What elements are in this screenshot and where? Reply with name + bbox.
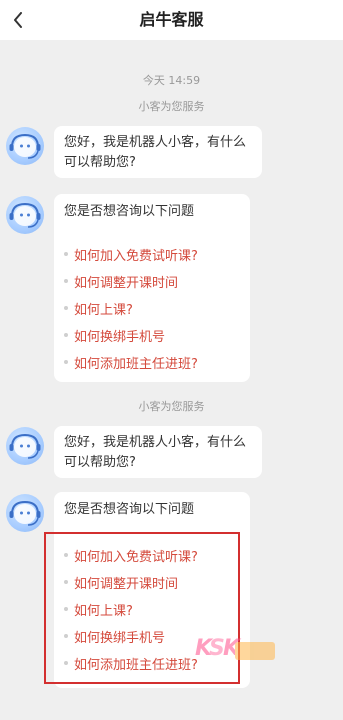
watermark-badge [235,642,275,660]
faq-item-add-teacher[interactable]: 如何添加班主任进班? [64,352,198,372]
bullet-dot [64,360,68,364]
bot-avatar [6,427,44,465]
bot-avatar [6,494,44,532]
faq-bubble: 您是否想咨询以下问题 如何加入免费试听课? 如何调整开课时间 如何上课? 如何换… [54,194,250,382]
service-notice: 小客为您服务 [138,100,205,113]
faq-item-label: 如何加入免费试听课? [74,248,198,264]
watermark-logo: K S K [195,636,275,666]
faq-item-attend-class[interactable]: 如何上课? [64,298,133,318]
chat-timestamp: 今天 14:59 [142,74,201,87]
service-notice: 小客为您服务 [138,400,205,413]
bot-avatar [6,196,44,234]
faq-item-label: 如何上课? [74,302,133,318]
faq-item-label: 如何添加班主任进班? [74,356,198,372]
faq-item-free-trial[interactable]: 如何加入免费试听课? [64,244,198,264]
bot-avatar [6,127,44,165]
faq-item-adjust-time[interactable]: 如何调整开课时间 [64,271,178,291]
robot-headset-icon [9,433,41,459]
bullet-dot [64,306,68,310]
greeting-text: 您好，我是机器人小客，有什么可以帮助您? [64,435,247,470]
faq-title: 您是否想咨询以下问题 [64,502,195,517]
faq-title: 您是否想咨询以下问题 [64,204,195,219]
page-title: 启牛客服 [139,10,204,29]
faq-item-label: 如何调整开课时间 [74,275,179,291]
bot-message-bubble: 您好，我是机器人小客，有什么可以帮助您? [54,126,262,178]
bullet-dot [64,279,68,283]
bot-message-bubble: 您好，我是机器人小客，有什么可以帮助您? [54,426,262,478]
greeting-text: 您好，我是机器人小客，有什么可以帮助您? [64,135,247,170]
robot-headset-icon [9,202,41,228]
robot-headset-icon [9,500,41,526]
bullet-dot [64,333,68,337]
robot-headset-icon [9,133,41,159]
faq-item-change-phone[interactable]: 如何换绑手机号 [64,325,165,345]
faq-item-label: 如何换绑手机号 [74,329,166,345]
bullet-dot [64,252,68,256]
top-bar: 启牛客服 [0,0,343,40]
